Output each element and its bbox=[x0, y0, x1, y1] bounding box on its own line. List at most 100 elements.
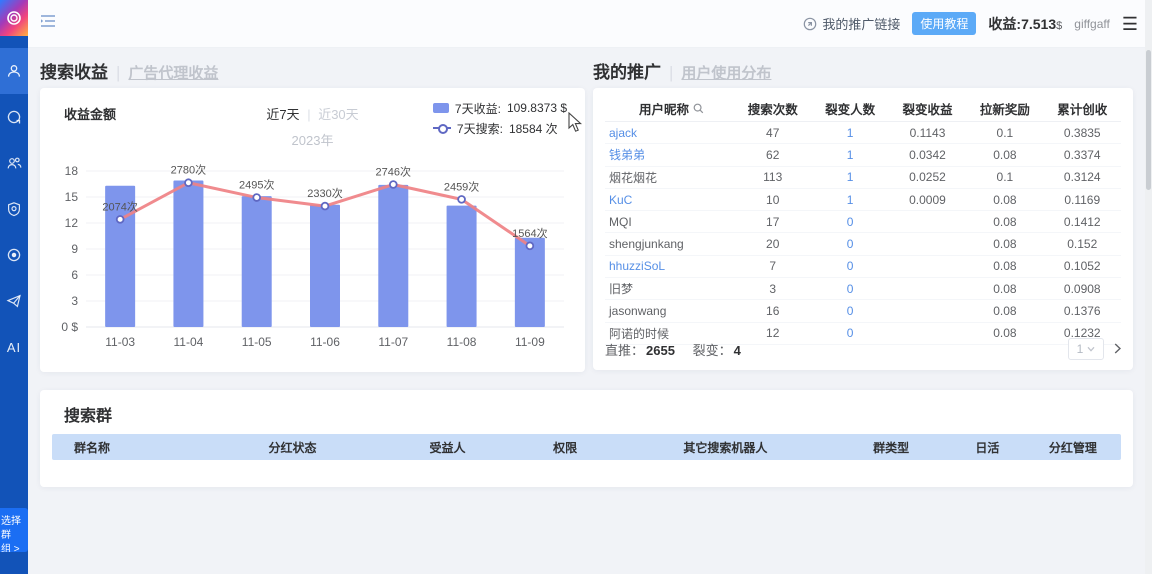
fission-count-cell[interactable]: 0 bbox=[811, 282, 888, 296]
col-header-nickname[interactable]: 用户昵称 bbox=[605, 99, 734, 118]
range-7days[interactable]: 近7天 bbox=[266, 107, 299, 122]
bar[interactable] bbox=[378, 185, 408, 327]
fission-count-cell[interactable]: 0 bbox=[811, 215, 888, 229]
total-revenue-cell: 0.1412 bbox=[1044, 215, 1121, 229]
fission-count-cell[interactable]: 1 bbox=[811, 126, 888, 140]
user-icon bbox=[6, 63, 22, 79]
user-nickname[interactable]: KuC bbox=[605, 193, 734, 207]
my-promo-link[interactable]: 我的推广链接 bbox=[803, 14, 900, 33]
bar[interactable] bbox=[310, 205, 340, 327]
total-revenue-cell: 0.1376 bbox=[1044, 304, 1121, 318]
line-point[interactable] bbox=[390, 181, 397, 188]
sidebar: AI bbox=[0, 0, 28, 574]
ai-label: AI bbox=[7, 340, 21, 355]
sidebar-item-ai[interactable]: AI bbox=[0, 324, 28, 370]
col-header-group-name[interactable]: 群名称 bbox=[52, 439, 202, 456]
fission-count-cell[interactable]: 1 bbox=[811, 148, 888, 162]
referral-reward-cell: 0.08 bbox=[966, 304, 1043, 318]
bar[interactable] bbox=[242, 196, 272, 327]
col-header-permission[interactable]: 权限 bbox=[512, 439, 619, 456]
line-point[interactable] bbox=[322, 203, 329, 210]
table-row: hhuzziSoL700.080.1052 bbox=[605, 256, 1121, 278]
legend-revenue[interactable]: 7天收益: 109.8373 $ bbox=[433, 98, 567, 118]
chevron-right-icon bbox=[1114, 343, 1121, 354]
bar[interactable] bbox=[173, 181, 203, 327]
table-row: 烟花烟花11310.02520.10.3124 bbox=[605, 167, 1121, 189]
x-axis-tick: 11-07 bbox=[378, 335, 408, 349]
line-point[interactable] bbox=[185, 179, 192, 186]
fission-label: 裂变： bbox=[693, 343, 732, 358]
select-group-label-line2: 组 > bbox=[1, 543, 28, 552]
col-header-fission-users[interactable]: 裂变人数 bbox=[811, 99, 888, 118]
legend-search[interactable]: 7天搜索: 18584 次 bbox=[433, 118, 567, 138]
user-nickname[interactable]: hhuzziSoL bbox=[605, 259, 734, 273]
sidebar-item-team[interactable] bbox=[0, 140, 28, 186]
revenue-unit: $ bbox=[1056, 20, 1062, 32]
range-30days[interactable]: 近30天 bbox=[318, 107, 358, 122]
tutorial-button[interactable]: 使用教程 bbox=[912, 12, 976, 35]
fission-count-cell[interactable]: 0 bbox=[811, 259, 888, 273]
scrollbar-thumb[interactable] bbox=[1146, 50, 1151, 190]
col-header-referral-reward[interactable]: 拉新奖励 bbox=[966, 99, 1043, 118]
tab-my-promotion[interactable]: 我的推广 bbox=[593, 58, 661, 83]
search-icon[interactable] bbox=[693, 103, 704, 114]
line-point-label: 2074次 bbox=[102, 199, 137, 213]
bar[interactable] bbox=[515, 238, 545, 327]
bar-line-chart[interactable]: 1815129630 $2074次2780次2495次2330次2746次245… bbox=[40, 154, 585, 366]
user-nickname[interactable]: ajack bbox=[605, 126, 734, 140]
search-count-cell: 16 bbox=[734, 304, 811, 318]
select-group-label-line1: 选择群 bbox=[1, 515, 28, 543]
tab-search-revenue[interactable]: 搜索收益 bbox=[40, 58, 108, 83]
user-nickname[interactable]: 钱弟弟 bbox=[605, 146, 734, 163]
total-revenue-cell: 0.3835 bbox=[1044, 126, 1121, 140]
search-count-cell: 47 bbox=[734, 126, 811, 140]
fission-count-cell[interactable]: 0 bbox=[811, 237, 888, 251]
referral-reward-cell: 0.08 bbox=[966, 237, 1043, 251]
search-group-card: 搜索群 群名称 分红状态 受益人 权限 其它搜索机器人 群类型 日活 分红管理 bbox=[40, 390, 1133, 487]
col-header-daily-active[interactable]: 日活 bbox=[950, 439, 1025, 456]
col-header-dividend-manage[interactable]: 分红管理 bbox=[1025, 439, 1121, 456]
line-point[interactable] bbox=[526, 242, 533, 249]
line-point[interactable] bbox=[458, 196, 465, 203]
page-select[interactable]: 1 bbox=[1068, 338, 1104, 360]
hamburger-menu-icon[interactable]: ☰ bbox=[1122, 15, 1138, 33]
fission-count-cell[interactable]: 0 bbox=[811, 304, 888, 318]
col-header-group-type[interactable]: 群类型 bbox=[832, 439, 950, 456]
user-nickname: 烟花烟花 bbox=[605, 169, 734, 186]
promotion-table-body: ajack4710.11430.10.3835钱弟弟6210.03420.080… bbox=[605, 122, 1121, 345]
col-header-searches[interactable]: 搜索次数 bbox=[734, 99, 811, 118]
fission-count-cell[interactable]: 1 bbox=[811, 193, 888, 207]
menu-fold-icon[interactable] bbox=[40, 14, 56, 33]
next-page-button[interactable] bbox=[1114, 342, 1121, 357]
select-group-floating-badge[interactable]: 选择群 组 > bbox=[0, 508, 28, 552]
tab-user-usage-distribution[interactable]: 用户使用分布 bbox=[681, 62, 771, 83]
line-point[interactable] bbox=[253, 194, 260, 201]
referral-reward-cell: 0.1 bbox=[966, 170, 1043, 184]
app-logo-icon[interactable] bbox=[0, 0, 28, 36]
fission-count-cell[interactable]: 1 bbox=[811, 170, 888, 184]
line-point[interactable] bbox=[117, 216, 124, 223]
sidebar-item-service[interactable] bbox=[0, 94, 28, 140]
col-header-other-bots[interactable]: 其它搜索机器人 bbox=[619, 439, 833, 456]
col-header-beneficiary[interactable]: 受益人 bbox=[383, 439, 511, 456]
col-header-fission-revenue[interactable]: 裂变收益 bbox=[889, 99, 966, 118]
y-axis-tick: 3 bbox=[71, 294, 78, 308]
revenue-value: 7.513 bbox=[1021, 16, 1056, 32]
totals: 直推：2655 裂变：4 bbox=[605, 340, 755, 359]
x-axis-tick: 11-06 bbox=[310, 335, 340, 349]
sidebar-item-telegram[interactable] bbox=[0, 278, 28, 324]
search-count-cell: 7 bbox=[734, 259, 811, 273]
scrollbar[interactable] bbox=[1145, 0, 1152, 574]
fission-revenue-cell: 0.0009 bbox=[889, 193, 966, 207]
x-axis-tick: 11-03 bbox=[105, 335, 135, 349]
bar[interactable] bbox=[447, 206, 477, 327]
chevron-down-icon bbox=[1087, 346, 1095, 352]
col-header-dividend-status[interactable]: 分红状态 bbox=[202, 439, 384, 456]
col-header-total-revenue[interactable]: 累计创收 bbox=[1044, 99, 1121, 118]
sidebar-item-user[interactable] bbox=[0, 48, 28, 94]
sidebar-item-security[interactable] bbox=[0, 186, 28, 232]
tab-separator: | bbox=[116, 63, 120, 83]
user-nickname: jasonwang bbox=[605, 304, 734, 318]
sidebar-item-record[interactable] bbox=[0, 232, 28, 278]
tab-ad-agency-revenue[interactable]: 广告代理收益 bbox=[128, 62, 218, 83]
